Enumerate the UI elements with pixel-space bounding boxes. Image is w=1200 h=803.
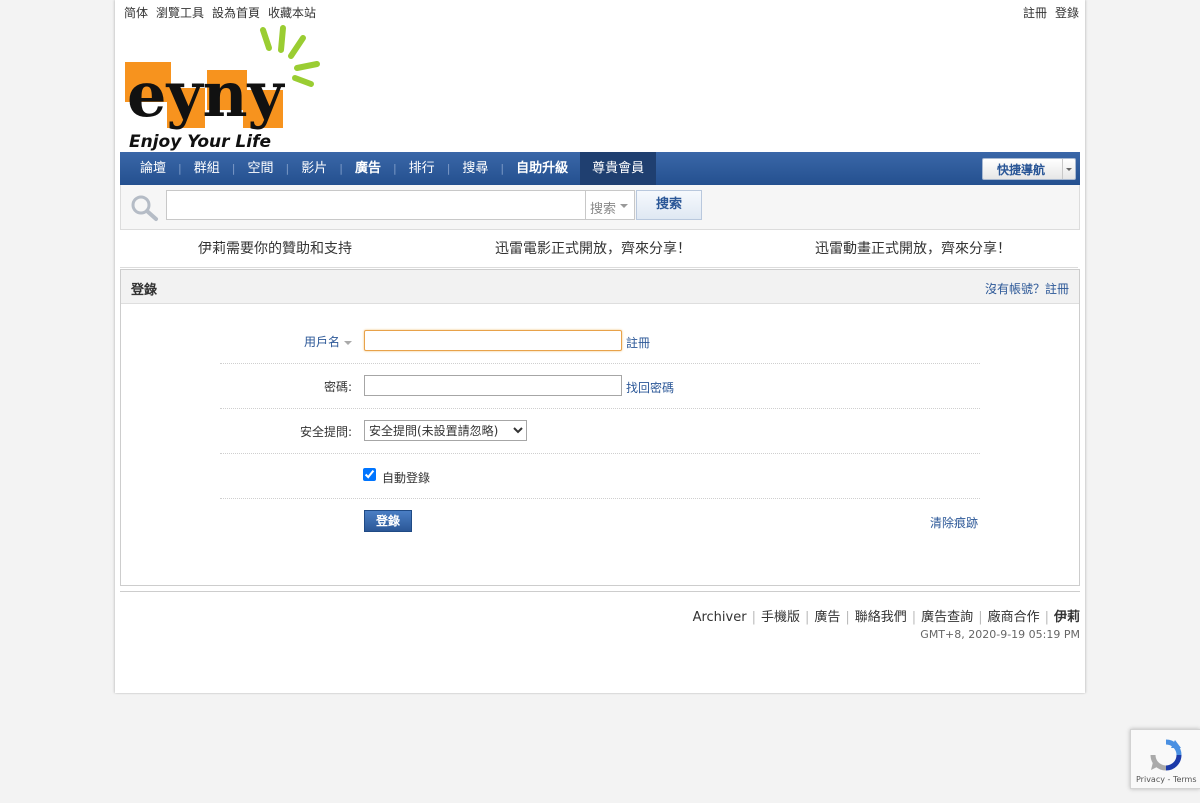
submit-row: 登錄 清除痕跡 <box>220 499 980 543</box>
password-label: 密碼: <box>323 380 352 394</box>
chevron-down-icon <box>344 340 352 345</box>
nav-vip-member[interactable]: 尊貴會員 <box>580 152 657 185</box>
login-header: 登錄 沒有帳號？註冊 <box>121 270 1079 304</box>
chevron-down-icon <box>620 204 628 208</box>
footer-ad-query-link[interactable]: 廣告查詢 <box>921 610 973 625</box>
forgot-password-link[interactable]: 找回密碼 <box>626 379 674 396</box>
footer-ads-link[interactable]: 廣告 <box>814 610 840 625</box>
footer-divider <box>120 591 1080 592</box>
page-container: 简体 瀏覽工具 設為首頁 收藏本站 註冊 登錄 eyny Enjoy Your Life <box>115 0 1085 693</box>
auto-login-row: 自動登錄 <box>220 454 980 499</box>
footer-separator: | <box>804 610 810 625</box>
top-bar: 简体 瀏覽工具 設為首頁 收藏本站 註冊 登錄 <box>115 0 1085 24</box>
footer-contact-link[interactable]: 聯絡我們 <box>855 610 907 625</box>
username-register-link[interactable]: 註冊 <box>626 334 650 351</box>
quick-nav-button[interactable]: 快捷導航 <box>982 158 1076 180</box>
footer-separator: | <box>978 610 983 625</box>
footer-partners-link[interactable]: 廠商合作 <box>988 610 1040 625</box>
search-bar: 搜索 搜索 <box>120 185 1080 230</box>
nav-search[interactable]: 搜尋 <box>450 152 500 185</box>
username-type-select[interactable]: 用戶名 <box>304 333 352 350</box>
recaptcha-terms[interactable]: Privacy - Terms <box>1136 775 1197 784</box>
username-label: 用戶名 <box>303 335 340 349</box>
bookmark-site-link[interactable]: 收藏本站 <box>268 6 316 20</box>
site-logo[interactable]: eyny Enjoy Your Life <box>123 24 323 152</box>
browse-tools-link[interactable]: 瀏覽工具 <box>156 6 204 20</box>
security-question-select[interactable]: 安全提問(未設置請忽略) <box>364 420 527 441</box>
eyny-logo-icon: eyny Enjoy Your Life <box>125 25 320 152</box>
chevron-down-icon[interactable] <box>1062 159 1075 179</box>
nav-ads[interactable]: 廣告 <box>343 152 393 185</box>
search-button[interactable]: 搜索 <box>636 190 702 220</box>
footer-timestamp: GMT+8, 2020-9-19 05:19 PM <box>920 628 1080 641</box>
footer-eyny-link[interactable]: 伊莉 <box>1054 610 1080 625</box>
clear-traces-link[interactable]: 清除痕跡 <box>930 514 978 531</box>
search-icon <box>131 195 158 221</box>
security-question-row: 安全提問: 安全提問(未設置請忽略) <box>220 409 980 454</box>
auto-login-label: 自動登錄 <box>382 471 431 485</box>
search-scope-select[interactable]: 搜索 <box>585 190 635 220</box>
login-link[interactable]: 登錄 <box>1055 6 1079 20</box>
nav-self-upgrade[interactable]: 自助升級 <box>504 152 580 185</box>
nav-space[interactable]: 空間 <box>235 152 285 185</box>
simplified-chinese-link[interactable]: 简体 <box>124 6 148 20</box>
announcement-link[interactable]: 迅雷電影正式開放，齊來分享！ <box>495 238 691 258</box>
quick-nav-label: 快捷導航 <box>997 163 1046 177</box>
announcement-link[interactable]: 伊莉需要你的贊助和支持 <box>198 238 352 258</box>
main-nav: 論壇 | 群組 | 空間 | 影片 | 廣告 | 排行 | 搜尋 | 自助升級 … <box>120 152 1080 185</box>
password-input[interactable] <box>364 375 622 396</box>
security-question-label: 安全提問: <box>299 425 352 439</box>
svg-text:eyny: eyny <box>127 58 286 131</box>
nav-groups[interactable]: 群組 <box>182 152 232 185</box>
login-title: 登錄 <box>131 283 158 298</box>
search-scope-label: 搜索 <box>590 202 617 217</box>
footer-archiver-link[interactable]: Archiver <box>693 610 747 625</box>
recaptcha-badge[interactable]: Privacy - Terms <box>1130 729 1200 789</box>
nav-ranking[interactable]: 排行 <box>397 152 447 185</box>
footer-separator: | <box>1044 610 1049 625</box>
nav-videos[interactable]: 影片 <box>289 152 339 185</box>
footer-separator: | <box>751 610 756 625</box>
username-input[interactable] <box>364 330 622 351</box>
login-panel: 登錄 沒有帳號？註冊 用戶名 註冊 密碼: 找回密碼 安全提問: 安全提問(未設… <box>120 269 1080 586</box>
set-homepage-link[interactable]: 設為首頁 <box>212 6 260 20</box>
announcement-bar: 伊莉需要你的贊助和支持 迅雷電影正式開放，齊來分享！ 迅雷動畫正式開放，齊來分享… <box>120 229 1078 268</box>
footer-links: Archiver | 手機版 | 廣告 | 聯絡我們 | 廣告查詢 | 廠商合作 | 伊莉 <box>693 606 1080 625</box>
search-input[interactable] <box>166 190 586 220</box>
announcement-link[interactable]: 迅雷動畫正式開放，齊來分享！ <box>815 238 1011 258</box>
password-row: 密碼: 找回密碼 <box>220 364 980 409</box>
login-submit-button[interactable]: 登錄 <box>364 510 412 532</box>
svg-text:Enjoy Your Life: Enjoy Your Life <box>129 132 271 151</box>
username-row: 用戶名 註冊 <box>220 319 980 364</box>
top-links-right: 註冊 登錄 <box>1015 4 1079 21</box>
no-account-register-link[interactable]: 沒有帳號？註冊 <box>985 280 1069 297</box>
footer-separator: | <box>845 610 850 625</box>
top-links-left: 简体 瀏覽工具 設為首頁 收藏本站 <box>124 4 324 21</box>
footer-mobile-link[interactable]: 手機版 <box>761 610 800 625</box>
auto-login-checkbox[interactable] <box>363 468 376 481</box>
register-link[interactable]: 註冊 <box>1023 6 1047 20</box>
footer-separator: | <box>911 610 917 625</box>
nav-forum[interactable]: 論壇 <box>128 152 178 185</box>
recaptcha-icon <box>1150 739 1182 771</box>
